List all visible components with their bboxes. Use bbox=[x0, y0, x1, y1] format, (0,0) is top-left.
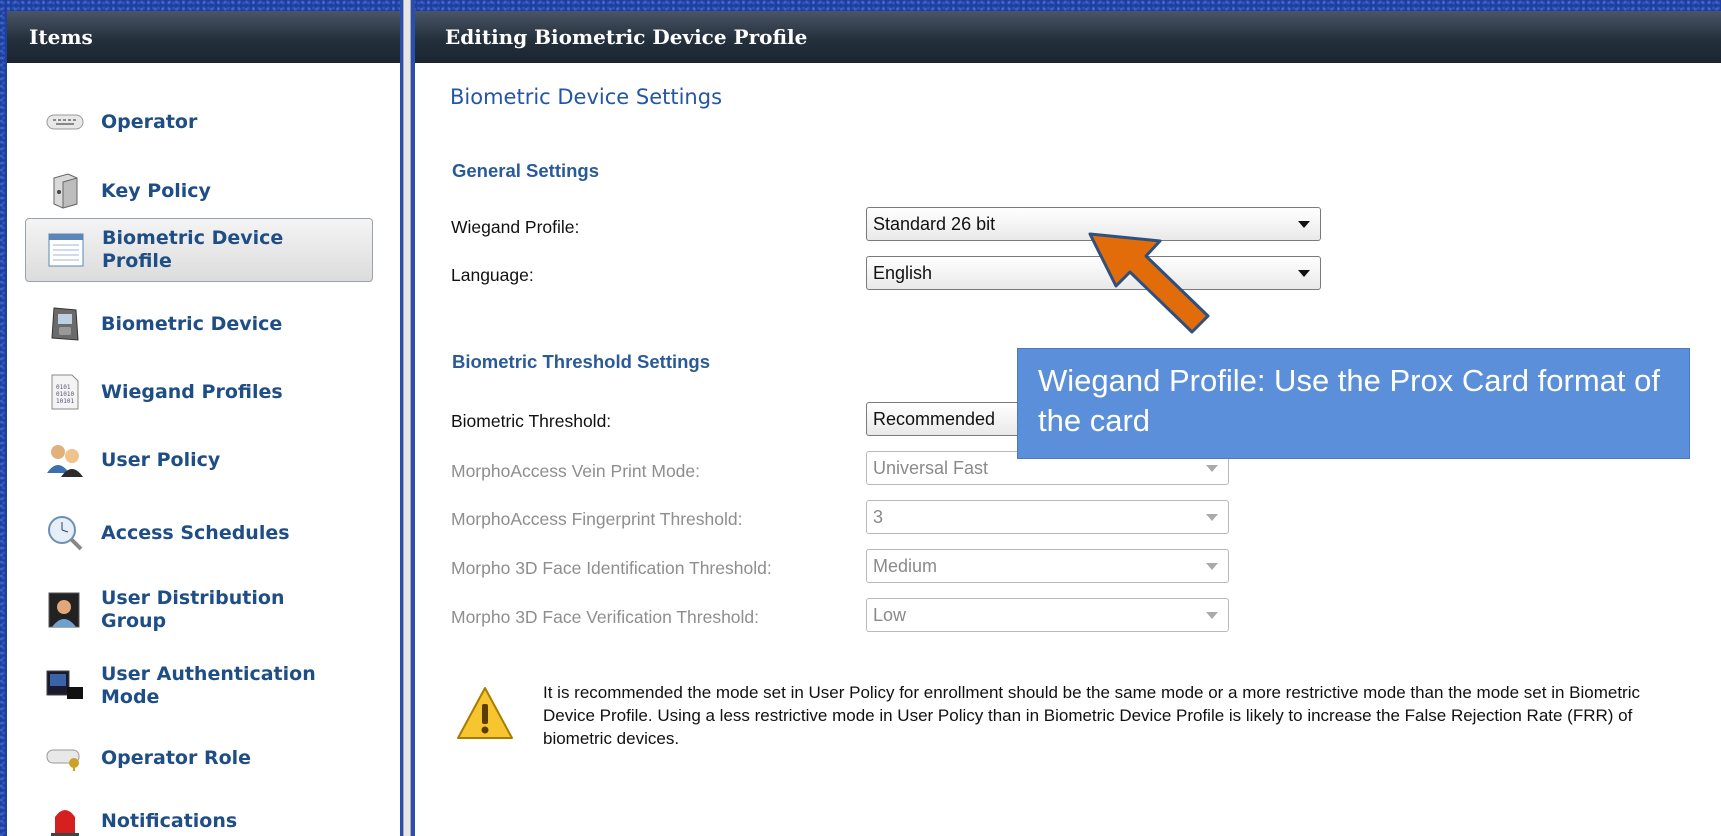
face-verification-value: Low bbox=[873, 605, 907, 625]
chevron-down-icon bbox=[1206, 465, 1218, 472]
nav-item-wiegand-profiles[interactable]: 0101 01010 10101 Wiegand Profiles bbox=[25, 360, 373, 424]
vein-print-mode-label: MorphoAccess Vein Print Mode: bbox=[451, 461, 701, 481]
biometric-threshold-value: Recommended bbox=[873, 409, 996, 429]
profile-window-icon bbox=[46, 230, 86, 270]
nav-item-user-policy[interactable]: User Policy bbox=[25, 428, 373, 492]
language-value: English bbox=[873, 263, 933, 283]
binary-document-icon: 0101 01010 10101 bbox=[45, 372, 85, 412]
nav-item-key-policy[interactable]: Key Policy bbox=[25, 159, 373, 223]
card-scan-icon bbox=[45, 666, 85, 706]
chevron-down-icon bbox=[1206, 612, 1218, 619]
clock-search-icon bbox=[45, 513, 85, 553]
nav-label: User Policy bbox=[101, 448, 221, 471]
items-panel-header: Items bbox=[7, 11, 400, 63]
section-title: Biometric Device Settings bbox=[450, 85, 723, 109]
nav-label: User Authentication Mode bbox=[101, 663, 316, 708]
warning-message: It is recommended the mode set in User P… bbox=[543, 683, 1640, 748]
panel-splitter[interactable] bbox=[400, 0, 415, 836]
nav-label: User Distribution Group bbox=[101, 587, 285, 632]
nav-item-biometric-device-profile[interactable]: Biometric Device Profile bbox=[25, 218, 373, 282]
face-verification-label: Morpho 3D Face Verification Threshold: bbox=[451, 607, 760, 627]
language-label: Language: bbox=[451, 265, 534, 285]
alarm-light-icon bbox=[45, 801, 85, 836]
svg-text:10101: 10101 bbox=[56, 398, 74, 405]
nav-label: Biometric Device Profile bbox=[102, 227, 284, 272]
orange-arrow-annotation bbox=[1080, 226, 1220, 350]
fingerprint-threshold-value: 3 bbox=[873, 507, 884, 527]
nav-item-notifications[interactable]: Notifications bbox=[25, 789, 373, 836]
annotation-callout: Wiegand Profile: Use the Prox Card forma… bbox=[1017, 348, 1690, 459]
users-icon bbox=[45, 440, 85, 480]
keyboard-icon bbox=[45, 102, 85, 142]
face-identification-value: Medium bbox=[873, 556, 938, 576]
svg-text:0101: 0101 bbox=[56, 384, 71, 391]
chevron-down-icon bbox=[1298, 221, 1310, 228]
biometric-threshold-label: Biometric Threshold: bbox=[451, 411, 612, 431]
nav-item-biometric-device[interactable]: Biometric Device bbox=[25, 292, 373, 356]
nav-label: Operator bbox=[101, 110, 198, 133]
vein-print-mode-value: Universal Fast bbox=[873, 458, 989, 478]
wiegand-profile-label: Wiegand Profile: bbox=[451, 217, 580, 237]
svg-text:01010: 01010 bbox=[56, 391, 74, 398]
fingerprint-threshold-dropdown: 3 bbox=[866, 500, 1229, 534]
face-identification-dropdown: Medium bbox=[866, 549, 1229, 583]
chevron-down-icon bbox=[1206, 563, 1218, 570]
keyboard-key-icon bbox=[45, 738, 85, 778]
nav-item-user-distribution-group[interactable]: User Distribution Group bbox=[25, 578, 373, 642]
nav-item-operator-role[interactable]: Operator Role bbox=[25, 726, 373, 790]
nav-label: Notifications bbox=[101, 809, 238, 832]
threshold-settings-title: Biometric Threshold Settings bbox=[452, 351, 711, 372]
user-photo-icon bbox=[45, 590, 85, 630]
nav-item-access-schedules[interactable]: Access Schedules bbox=[25, 501, 373, 565]
face-identification-label: Morpho 3D Face Identification Threshold: bbox=[451, 558, 772, 578]
face-verification-dropdown: Low bbox=[866, 598, 1229, 632]
nav-item-operator[interactable]: Operator bbox=[25, 90, 373, 154]
key-box-icon bbox=[45, 171, 85, 211]
nav-item-user-authentication-mode[interactable]: User Authentication Mode bbox=[25, 654, 373, 718]
warning-icon bbox=[455, 684, 515, 748]
editor-header: Editing Biometric Device Profile bbox=[415, 11, 1721, 63]
chevron-down-icon bbox=[1206, 514, 1218, 521]
nav-label: Access Schedules bbox=[101, 521, 290, 544]
biometric-reader-icon bbox=[45, 304, 85, 344]
items-panel: Items Operator Key Policy Biometric Devi… bbox=[7, 11, 400, 836]
wiegand-profile-value: Standard 26 bit bbox=[873, 214, 996, 234]
nav-label: Key Policy bbox=[101, 179, 211, 202]
chevron-down-icon bbox=[1298, 270, 1310, 277]
fingerprint-threshold-label: MorphoAccess Fingerprint Threshold: bbox=[451, 509, 743, 529]
nav-label: Wiegand Profiles bbox=[101, 380, 283, 403]
nav-label: Operator Role bbox=[101, 746, 252, 769]
nav-label: Biometric Device bbox=[101, 312, 283, 335]
general-settings-title: General Settings bbox=[452, 160, 600, 181]
